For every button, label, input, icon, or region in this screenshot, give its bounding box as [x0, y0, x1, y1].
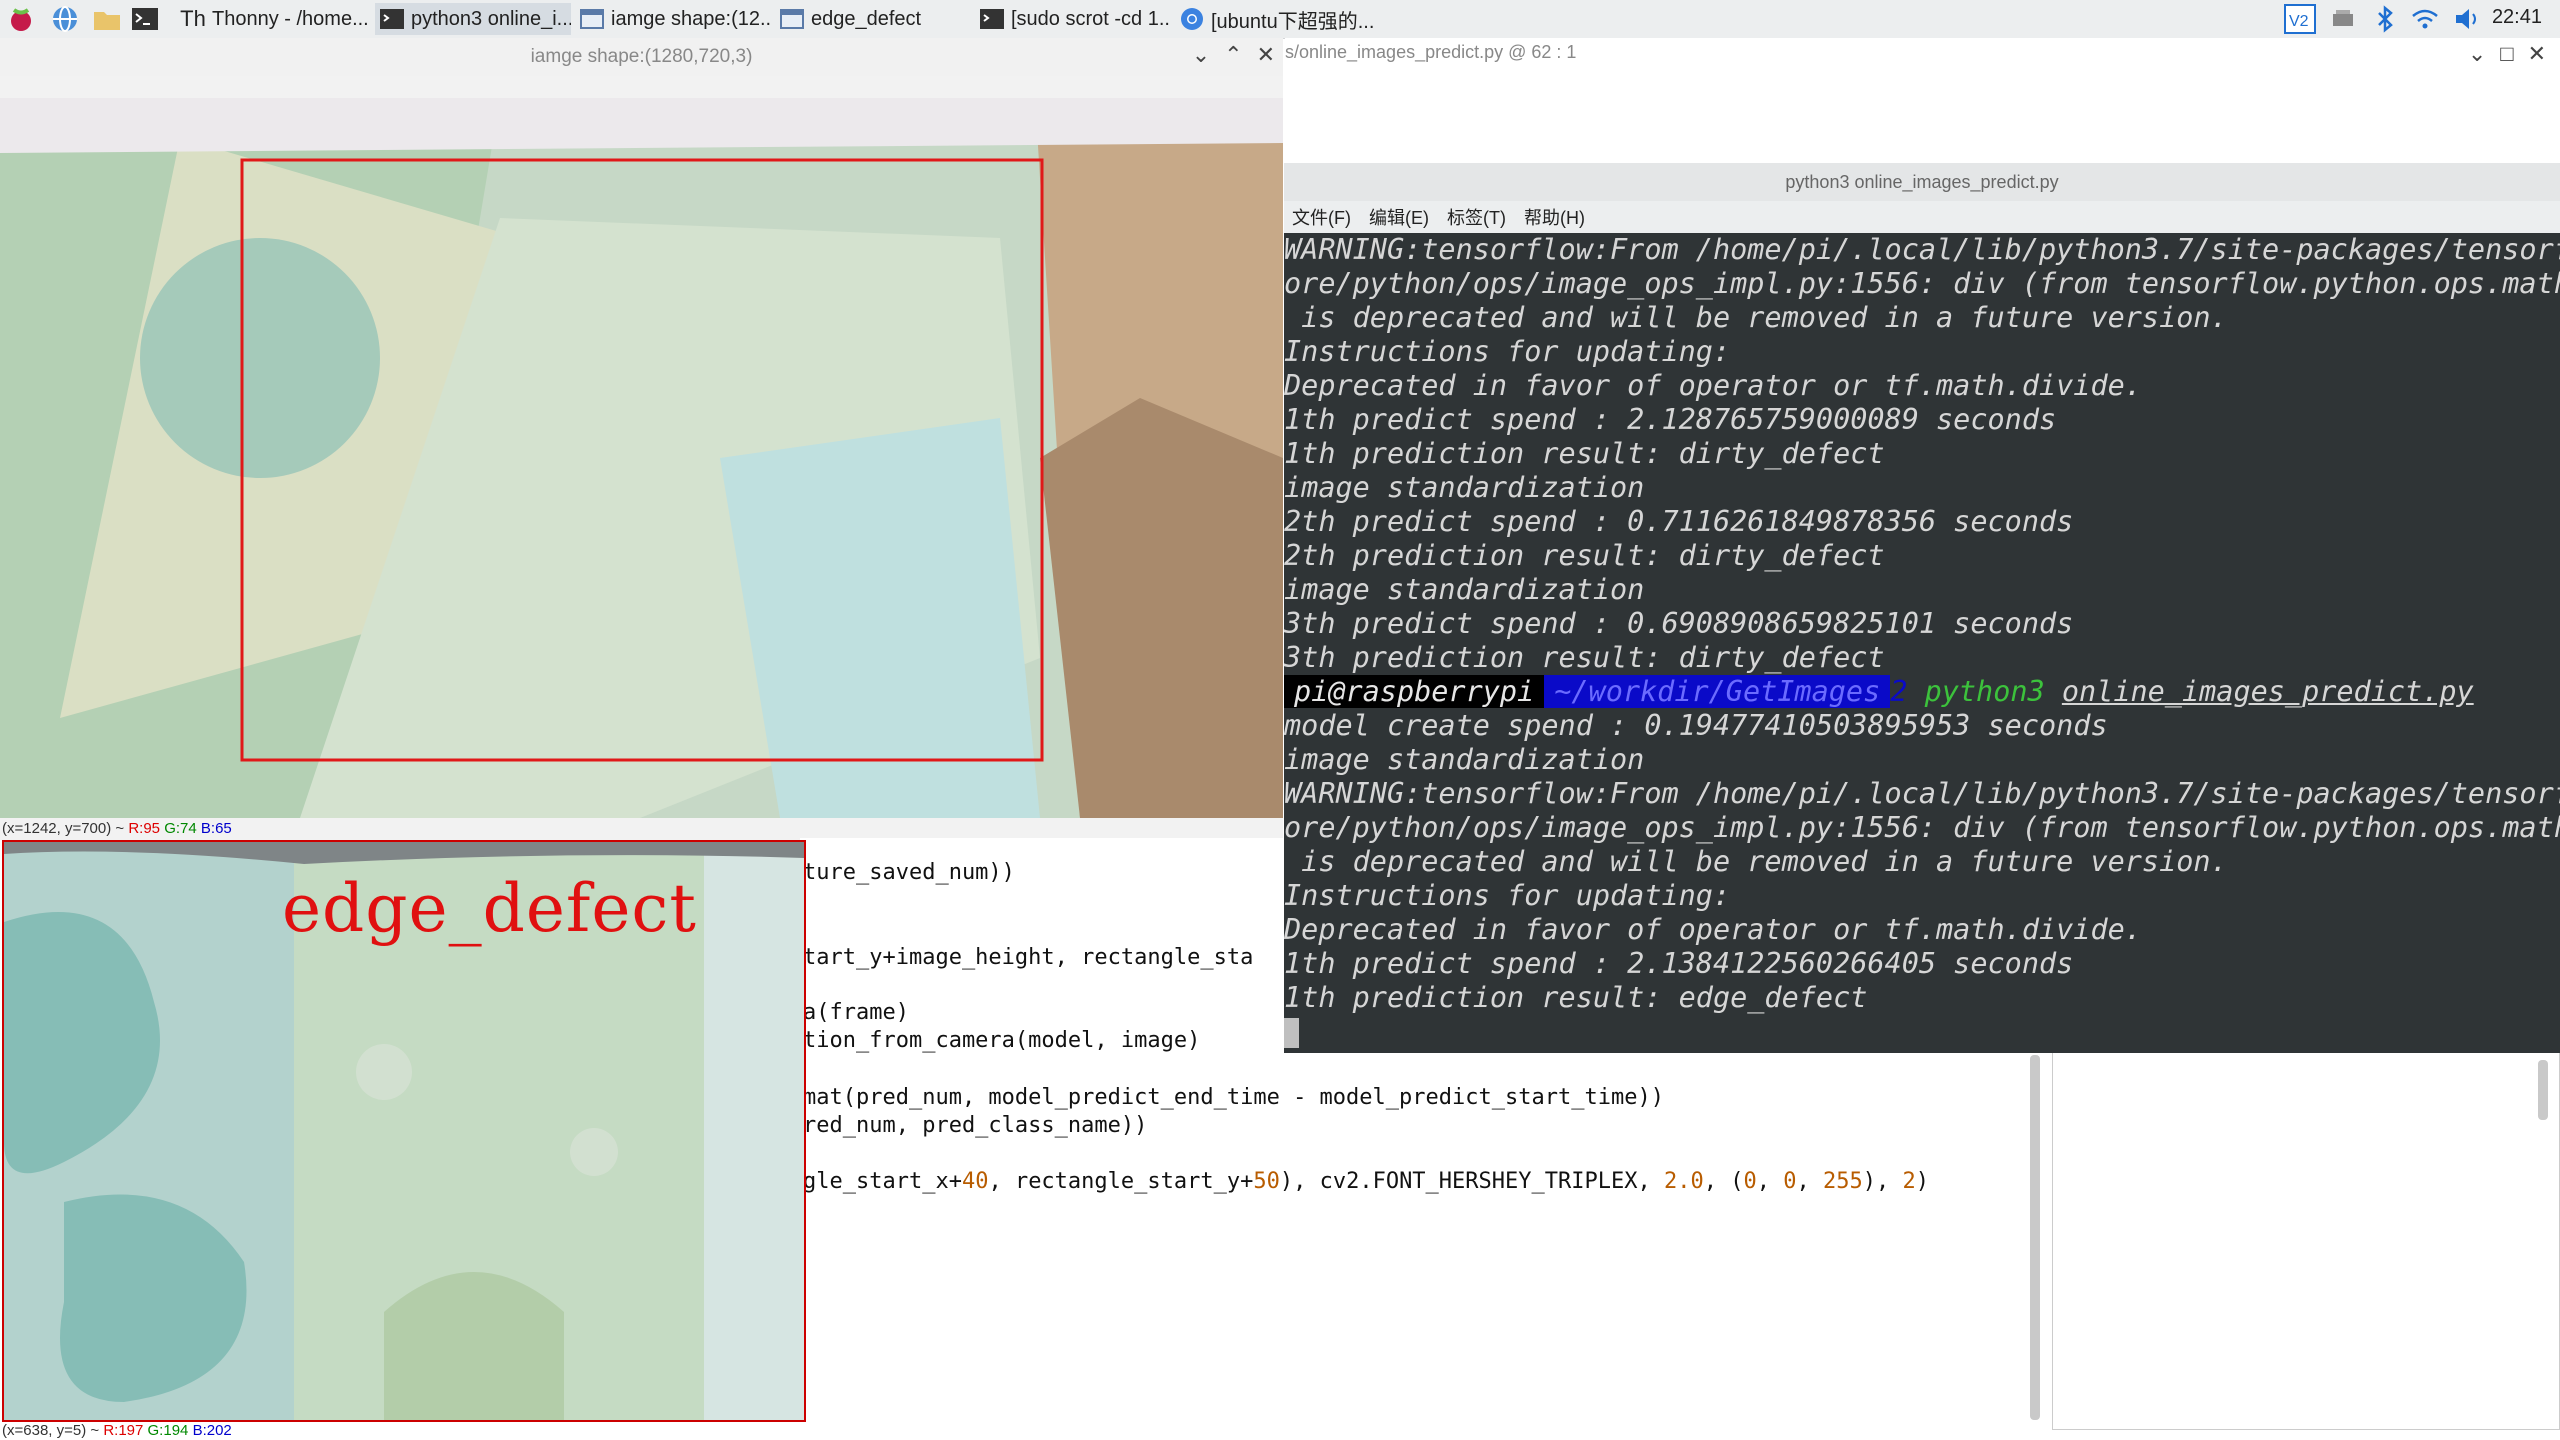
terminal-output[interactable]: WARNING:tensorflow:From /home/pi/.local/…	[1284, 233, 2560, 1053]
taskbar-app-edge-defect[interactable]: edge_defect	[775, 3, 971, 35]
terminal-line: 3th prediction result: dirty_defect	[1284, 641, 1885, 674]
code-line[interactable]: a(frame)	[803, 1000, 909, 1025]
minimize-icon[interactable]: ⌄	[2468, 40, 2486, 68]
window-icon	[580, 9, 604, 29]
code-line[interactable]: red_num, pred_class_name))	[803, 1113, 1147, 1138]
terminal-line: 1th predict spend : 2.128765759000089 se…	[1284, 403, 2057, 436]
code-line[interactable]: tion_from_camera(model, image)	[803, 1028, 1200, 1053]
bluetooth-icon[interactable]	[2372, 4, 2398, 34]
terminal-line: 3th predict spend : 0.6908908659825101 s…	[1284, 607, 2074, 640]
taskbar-app-label: python3 online_i...	[411, 7, 571, 30]
taskbar-app-label: [ubuntu下超强的...	[1211, 10, 1375, 33]
terminal-line: Instructions for updating:	[1284, 879, 1731, 912]
vnc-icon[interactable]: V2	[2284, 4, 2316, 34]
taskbar-app-label: Thonny - /home...	[212, 7, 369, 30]
prompt-command: python3	[1924, 675, 2045, 708]
terminal-line: model create spend : 0.19477410503895953…	[1284, 709, 2108, 742]
terminal-line: WARNING:tensorflow:From /home/pi/.local/…	[1284, 233, 2560, 266]
code-line[interactable]: mat(pred_num, model_predict_end_time - m…	[803, 1085, 1664, 1110]
side-pane-scrollbar[interactable]	[2538, 1060, 2548, 1120]
image-window-controls: ⌄ ⌃ ✕	[1192, 42, 1275, 68]
terminal-launcher-icon[interactable]	[130, 4, 160, 34]
terminal-title: python3 online_images_predict.py	[1284, 163, 2560, 201]
taskbar-app-label: edge_defect	[811, 7, 922, 30]
close-icon[interactable]: ✕	[1257, 42, 1275, 68]
terminal-line: 1th prediction result: edge_defect	[1284, 981, 1868, 1014]
code-line[interactable]: gle_start_x+40, rectangle_start_y+50), c…	[803, 1169, 1929, 1194]
thonny-titlebar: s/online_images_predict.py @ 62 : 1 ⌄ □ …	[1285, 38, 2560, 74]
fabric-photo	[0, 98, 1283, 818]
terminal-cursor-line	[1284, 1015, 1299, 1049]
terminal-line: WARNING:tensorflow:From /home/pi/.local/…	[1284, 777, 2560, 810]
wifi-icon[interactable]	[2410, 4, 2440, 34]
menu-tabs[interactable]: 标签(T)	[1447, 204, 1506, 230]
taskbar-app-image-shape[interactable]: iamge shape:(12...	[575, 3, 771, 35]
taskbar-app-python3[interactable]: python3 online_i...	[375, 3, 571, 35]
terminal-line: image standardization	[1284, 471, 1645, 504]
menu-edit[interactable]: 编辑(E)	[1369, 204, 1429, 230]
taskbar-app-sudo-scrot[interactable]: [sudo scrot -cd 1...	[975, 3, 1171, 35]
thonny-icon: Th	[180, 6, 206, 31]
eject-icon[interactable]	[2328, 4, 2358, 34]
menu-file[interactable]: 文件(F)	[1292, 204, 1351, 230]
terminal-line: Deprecated in favor of operator or tf.ma…	[1284, 369, 2142, 402]
terminal-line: image standardization	[1284, 573, 1645, 606]
chromium-icon	[1181, 8, 1203, 30]
prompt-user: pi@raspberrypi	[1284, 675, 1545, 708]
image-window-title: iamge shape:(1280,720,3)	[0, 38, 1283, 76]
terminal-line: is deprecated and will be removed in a f…	[1284, 845, 2228, 878]
taskbar-app-thonny[interactable]: Th Thonny - /home...	[176, 3, 372, 35]
taskbar-app-label: iamge shape:(12...	[611, 7, 771, 30]
svg-text:V2: V2	[2289, 13, 2309, 30]
terminal-line: 2th predict spend : 0.7116261849878356 s…	[1284, 505, 2074, 538]
system-tray: V2	[2284, 3, 2482, 35]
close-icon[interactable]: ✕	[2528, 40, 2546, 68]
terminal-line: ore/python/ops/image_ops_impl.py:1556: d…	[1284, 811, 2560, 844]
image-window: iamge shape:(1280,720,3) ⌄ ⌃ ✕ (x=1242, …	[0, 38, 1283, 840]
thonny-side-pane	[2052, 1050, 2560, 1430]
edge-status-line: (x=638, y=5) ~ R:197 G:194 B:202	[2, 1422, 232, 1439]
terminal-line: 1th prediction result: dirty_defect	[1284, 437, 1885, 470]
terminal-prompt-line: pi@raspberrypi ~/workdir/GetImages 2 pytho…	[1284, 675, 2474, 709]
thonny-window-controls: ⌄ □ ✕	[2468, 40, 2546, 68]
clock: 22:41	[2491, 6, 2542, 28]
terminal-icon	[980, 9, 1004, 29]
menu-help[interactable]: 帮助(H)	[1524, 204, 1585, 230]
code-line[interactable]: ture_saved_num))	[803, 860, 1015, 885]
terminal-line: Deprecated in favor of operator or tf.ma…	[1284, 913, 2142, 946]
raspberry-menu-icon[interactable]	[6, 4, 36, 34]
taskbar-app-chromium[interactable]: [ubuntu下超强的...	[1175, 3, 1375, 35]
thonny-path: s/online_images_predict.py @ 62 : 1	[1285, 42, 1577, 62]
prompt-path: ~/workdir/GetImages	[1544, 675, 1891, 708]
terminal-line: 1th predict spend : 2.1384122560266405 s…	[1284, 947, 2074, 980]
editor-scrollbar[interactable]	[2030, 1055, 2040, 1420]
minimize-icon[interactable]: ⌄	[1192, 42, 1210, 68]
terminal-line: is deprecated and will be removed in a f…	[1284, 301, 2228, 334]
maximize-icon[interactable]: □	[2500, 40, 2513, 68]
taskbar-app-label: [sudo scrot -cd 1...	[1011, 7, 1171, 30]
file-manager-icon[interactable]	[92, 4, 122, 34]
volume-icon[interactable]	[2452, 4, 2482, 34]
prompt-argument: online_images_predict.py	[2061, 675, 2474, 708]
terminal-line: Instructions for updating:	[1284, 335, 1731, 368]
terminal-line: image standardization	[1284, 743, 1645, 776]
image-status-line: (x=1242, y=700) ~ R:95 G:74 B:65	[2, 820, 232, 837]
terminal-icon	[380, 9, 404, 29]
defect-label: edge_defect	[282, 870, 697, 947]
terminal-window: python3 online_images_predict.py 文件(F) 编…	[1284, 163, 2560, 1053]
web-browser-icon[interactable]	[50, 4, 80, 34]
terminal-line: ore/python/ops/image_ops_impl.py:1556: d…	[1284, 267, 2560, 300]
camera-frame-image	[0, 98, 1283, 818]
terminal-menubar: 文件(F) 编辑(E) 标签(T) 帮助(H)	[1284, 201, 2560, 233]
code-line[interactable]: tart_y+image_height, rectangle_sta	[803, 945, 1253, 970]
maximize-icon[interactable]: ⌃	[1224, 42, 1242, 68]
window-icon	[780, 9, 804, 29]
taskbar: Th Thonny - /home... python3 online_i...…	[0, 0, 2560, 39]
terminal-cursor	[1284, 1018, 1299, 1048]
terminal-line: 2th prediction result: dirty_defect	[1284, 539, 1885, 572]
